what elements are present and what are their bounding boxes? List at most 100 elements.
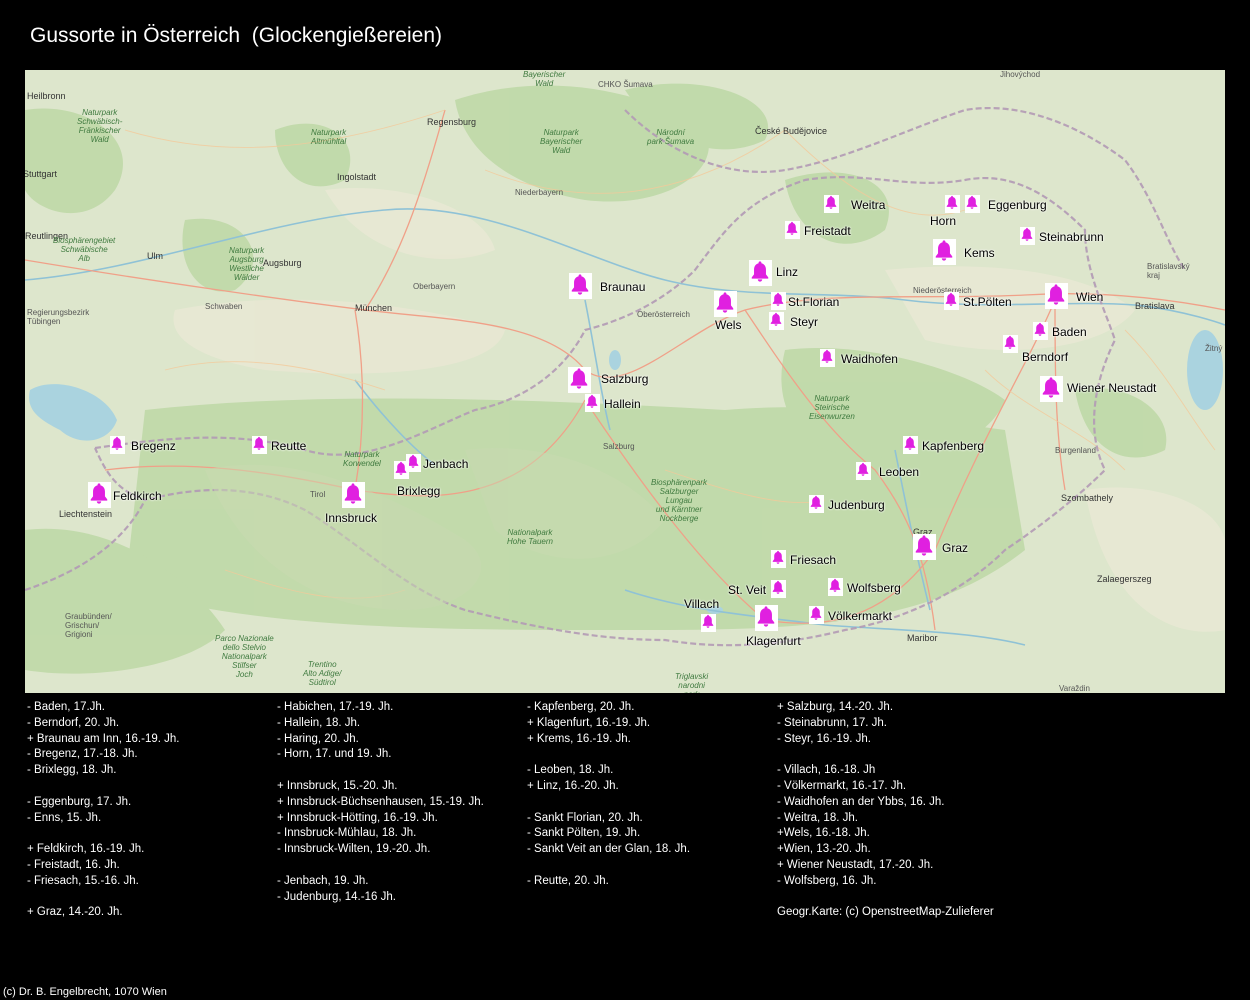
town-label: Wien bbox=[1076, 290, 1104, 304]
legend-entry: - Haring, 20. Jh. bbox=[277, 732, 359, 745]
bell-icon[interactable] bbox=[251, 436, 267, 454]
map-background-label: Naturpark Steirische Eisenwurzen bbox=[809, 394, 855, 421]
town-label: St.Florian bbox=[788, 295, 840, 309]
legend-entry: - Judenburg, 14.-16 Jh. bbox=[277, 890, 396, 903]
bell-icon[interactable] bbox=[1019, 227, 1035, 245]
map-background-label: Biosphärenpark Salzburger Lungau und Kärntn… bbox=[651, 478, 708, 523]
legend-entry: + Wiener Neustadt, 17.-20. Jh. bbox=[777, 858, 934, 871]
town-label: Freistadt bbox=[804, 224, 851, 238]
bell-icon[interactable] bbox=[393, 461, 409, 479]
bell-icon[interactable] bbox=[713, 291, 737, 317]
bell-icon[interactable] bbox=[823, 195, 839, 213]
bell-icon[interactable] bbox=[943, 292, 959, 310]
bell-icon[interactable] bbox=[700, 614, 716, 632]
map-background-label: Naturpark Korwendel bbox=[343, 450, 381, 468]
bell-icon[interactable] bbox=[1044, 283, 1068, 309]
bell-icon[interactable] bbox=[808, 495, 824, 513]
map-background-label: Schwaben bbox=[205, 302, 243, 311]
bell-icon[interactable] bbox=[855, 462, 871, 480]
town-label: Villach bbox=[684, 597, 720, 611]
town-label: Wolfsberg bbox=[847, 581, 901, 595]
bell-icon[interactable] bbox=[964, 195, 980, 213]
bell-icon[interactable] bbox=[1039, 376, 1063, 402]
map-background-label: Oberösterreich bbox=[637, 310, 690, 319]
legend-entry: - Horn, 17. und 19. Jh. bbox=[277, 748, 392, 761]
bell-icon[interactable] bbox=[819, 349, 835, 367]
legend-entry: - Waidhofen an der Ybbs, 16. Jh. bbox=[777, 795, 945, 808]
map-background-label: Stuttgart bbox=[25, 169, 58, 179]
bell-icon[interactable] bbox=[754, 605, 778, 631]
map-background-label: Varaždin bbox=[1059, 684, 1090, 693]
legend-entry: + Klagenfurt, 16.-19. Jh. bbox=[527, 716, 651, 729]
legend-entry: - Innsbruck-Wilten, 19.-20. Jh. bbox=[277, 843, 431, 856]
map-background-label: Žitný bbox=[1205, 344, 1223, 353]
bell-icon[interactable] bbox=[341, 482, 365, 508]
town-label: Klagenfurt bbox=[746, 634, 801, 648]
legend-entry: + Innsbruck, 15.-20. Jh. bbox=[277, 779, 398, 792]
bell-icon[interactable] bbox=[902, 436, 918, 454]
bell-icon[interactable] bbox=[584, 394, 600, 412]
town-label: Jenbach bbox=[423, 457, 469, 471]
town-label: Innsbruck bbox=[325, 511, 378, 525]
legend-entry: - Kapfenberg, 20. Jh. bbox=[527, 701, 635, 713]
map[interactable]: Heilbronn Naturpark Schwäbisch- Fränkischer… bbox=[25, 70, 1225, 693]
bell-icon[interactable] bbox=[1002, 335, 1018, 353]
legend-column-1: - Baden, 17.Jh. - Berndorf, 20. Jh. + Brau… bbox=[27, 700, 179, 921]
town-label: Brixlegg bbox=[397, 484, 441, 498]
bell-icon[interactable] bbox=[87, 482, 111, 508]
bell-icon[interactable] bbox=[768, 312, 784, 330]
legend-entry bbox=[27, 826, 179, 842]
bell-icon[interactable] bbox=[770, 580, 786, 598]
bell-icon[interactable] bbox=[567, 367, 591, 393]
bell-icon[interactable] bbox=[808, 606, 824, 624]
town-label: Graz bbox=[942, 541, 969, 555]
town-label: Völkermarkt bbox=[828, 609, 893, 623]
town-label: Wiener Neustadt bbox=[1067, 381, 1157, 395]
map-background-label: Parco Nazionale dello Stelvio Nationalpark… bbox=[215, 634, 274, 679]
bell-icon[interactable] bbox=[770, 550, 786, 568]
legend-entry bbox=[527, 747, 690, 763]
legend-entry: - Brixlegg, 18. Jh. bbox=[27, 764, 117, 777]
bell-icon[interactable] bbox=[748, 260, 772, 286]
legend-entry: - Wolfsberg, 16. Jh. bbox=[777, 874, 877, 887]
legend-column-4: + Salzburg, 14.-20. Jh. - Steinabrunn, 17… bbox=[777, 700, 994, 921]
legend-entry: + Linz, 16.-20. Jh. bbox=[527, 779, 619, 792]
map-background-label: Graubünden/Grischun/Grigioni bbox=[65, 612, 112, 639]
legend-entry: - Sankt Florian, 20. Jh. bbox=[527, 811, 643, 824]
map-background-label: Naturpark Augsburg Westliche Wälder bbox=[229, 246, 265, 282]
legend-entry: - Freistadt, 16. Jh. bbox=[27, 858, 120, 871]
town-label: St. Veit bbox=[728, 583, 767, 597]
map-background-label: Maribor bbox=[907, 633, 938, 643]
legend-entry: + Feldkirch, 16.-19. Jh. bbox=[27, 843, 145, 856]
map-background-label: Trentino Alto Adige/Südtirol bbox=[303, 660, 342, 687]
bell-icon[interactable] bbox=[770, 292, 786, 310]
copyright-footer: (c) Dr. B. Engelbrecht, 1070 Wien bbox=[3, 986, 167, 998]
map-background-label: Naturpark Altmühltal bbox=[311, 128, 347, 146]
legend-entry bbox=[277, 763, 484, 779]
map-background-label: München bbox=[355, 303, 393, 313]
bell-icon[interactable] bbox=[827, 578, 843, 596]
map-background-label: CHKO Šumava bbox=[598, 80, 653, 89]
town-label: Weitra bbox=[851, 198, 886, 212]
map-background-label: Jihovýchod bbox=[1000, 70, 1041, 79]
map-background-label: Szombathely bbox=[1061, 493, 1114, 503]
bell-icon[interactable] bbox=[568, 273, 592, 299]
legend-entry: - Steinabrunn, 17. Jh. bbox=[777, 716, 887, 729]
bell-icon[interactable] bbox=[932, 239, 956, 265]
bell-icon[interactable] bbox=[944, 195, 960, 213]
map-background-label: Tirol bbox=[310, 490, 326, 499]
town-label: Horn bbox=[930, 214, 957, 228]
town-label: Hallein bbox=[604, 397, 641, 411]
map-background-label: Naturpark Schwäbisch- Fränkischer Wald bbox=[77, 108, 123, 144]
bell-icon[interactable] bbox=[109, 436, 125, 454]
legend-entry: Geogr.Karte: (c) OpenstreetMap-Zuliefere… bbox=[777, 906, 994, 919]
town-label: Leoben bbox=[879, 465, 920, 479]
bell-icon[interactable] bbox=[784, 221, 800, 239]
legend-entry: - Enns, 15. Jh. bbox=[27, 811, 102, 824]
map-background-label: Ulm bbox=[147, 251, 163, 261]
legend-entry: - Innsbruck-Mühlau, 18. Jh. bbox=[277, 827, 417, 840]
bell-icon[interactable] bbox=[1032, 322, 1048, 340]
map-background-label: Zalaegerszeg bbox=[1097, 574, 1152, 584]
bell-icon[interactable] bbox=[912, 534, 936, 560]
town-label: Eggenburg bbox=[988, 198, 1047, 212]
